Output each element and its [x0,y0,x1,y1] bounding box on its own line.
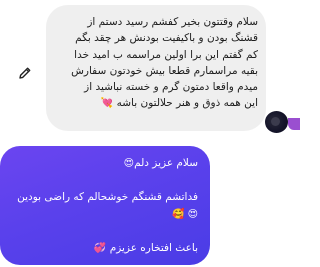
heart-emoji: 💘 [100,98,114,110]
avatar-accent [288,118,300,130]
incoming-message-bubble[interactable]: سلام وقتتون بخیر کفشم رسید دستم از قشنگ … [46,5,266,131]
incoming-message-line-3: کم گفتم این برا اولین مراسمه ب امید خدا [74,48,258,61]
incoming-message-line-5: میدم واقعا دمتون گرم و خسته نباشید از [84,81,258,94]
chat-screen: سلام وقتتون بخیر کفشم رسید دستم از قشنگ … [0,0,300,267]
outgoing-message-bubble[interactable]: سلام عزیز دلم😍 فداتشم قشنگم خوشحالم که ر… [0,146,210,265]
incoming-message-line-4: بقیه مراسمارم قطعا بیش خودتون سفارش [71,64,258,77]
outgoing-line-4-text: باعث افتخاره عزیزم [109,242,198,254]
outgoing-line-4: باعث افتخاره عزیزم 💞 [12,240,198,257]
pencil-icon [19,67,31,79]
edit-button[interactable] [14,62,36,84]
outgoing-line-1: سلام عزیز دلم😍 [12,155,198,172]
incoming-message-line-2: قشنگ بودن و باکیفیت بودنش هر چقد بگم [75,32,258,45]
heart-eyes-emoji: 😍 [123,158,135,169]
incoming-message-line-6-wrap: این همه ذوق و هنر حلالتون باشه 💘 [54,95,258,112]
incoming-message-line-1: سلام وقتتون بخیر کفشم رسید دستم از [87,16,258,28]
outgoing-greeting: سلام عزیز دلم [134,157,198,169]
avatar[interactable] [265,111,288,133]
incoming-message-line-6: این همه ذوق و هنر حلالتون باشه [116,97,258,110]
revolving-hearts-emoji: 💞 [93,243,107,254]
outgoing-line-2: فداتشم قشنگم خوشحالم که راضی بودین [17,191,198,203]
outgoing-line-3-emojis: 😍 🥰 [171,209,198,220]
